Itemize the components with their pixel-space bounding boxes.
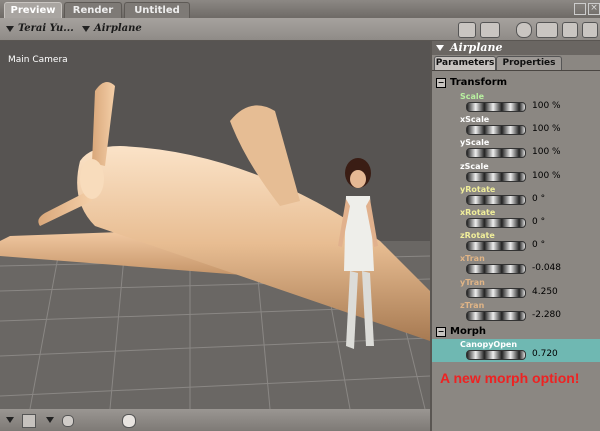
param-row-zscale[interactable]: zScale 100 %: [432, 161, 600, 184]
param-value[interactable]: 100 %: [532, 147, 561, 157]
param-dial[interactable]: [466, 194, 526, 205]
scale-camera-icon[interactable]: [562, 22, 578, 38]
param-row-ytran[interactable]: yTran 4.250: [432, 277, 600, 300]
viewport-bottom-bar: [0, 409, 430, 431]
param-value[interactable]: 0.720: [532, 349, 558, 359]
param-value[interactable]: 100 %: [532, 171, 561, 181]
param-row-zrotate[interactable]: zRotate 0 °: [432, 230, 600, 253]
tab-render[interactable]: Render: [64, 2, 122, 19]
chevron-down-icon[interactable]: [436, 45, 444, 51]
param-label: yScale: [460, 138, 490, 148]
chevron-down-icon[interactable]: [6, 417, 14, 423]
param-dial[interactable]: [466, 125, 526, 136]
param-value[interactable]: -0.048: [532, 263, 561, 273]
panel-title: Airplane: [450, 41, 503, 54]
document-tab-bar: Preview Render Untitled ×: [0, 0, 600, 19]
param-label: xScale: [460, 115, 490, 125]
param-dial[interactable]: [466, 287, 526, 298]
chevron-down-icon: [6, 25, 14, 32]
figure-select[interactable]: Terai Yu...: [6, 21, 74, 37]
document-view-icon[interactable]: [480, 22, 500, 38]
param-dial[interactable]: [466, 310, 526, 321]
param-row-canopyopen[interactable]: CanopyOpen 0.720: [432, 339, 600, 362]
param-dial[interactable]: [466, 350, 526, 360]
param-row-xtran[interactable]: xTran -0.048: [432, 253, 600, 276]
param-value[interactable]: 0 °: [532, 240, 545, 250]
param-row-xrotate[interactable]: xRotate 0 °: [432, 207, 600, 230]
actor-select-label: Airplane: [94, 23, 142, 34]
move-camera-icon[interactable]: [536, 22, 558, 38]
figure-style-icon[interactable]: [22, 414, 36, 428]
param-value[interactable]: 100 %: [532, 101, 561, 111]
3d-viewport[interactable]: Main Camera: [0, 41, 430, 409]
param-row-scale[interactable]: Scale 100 %: [432, 91, 600, 114]
param-label: xRotate: [460, 208, 496, 217]
chevron-down-icon[interactable]: [46, 417, 54, 423]
param-value[interactable]: -2.280: [532, 310, 561, 320]
param-dial[interactable]: [466, 264, 526, 275]
param-row-xscale[interactable]: xScale 100 %: [432, 114, 600, 137]
param-dial[interactable]: [466, 218, 526, 228]
param-label: zRotate: [460, 231, 495, 241]
scene-render: [0, 82, 430, 409]
divider: [432, 70, 600, 71]
param-row-yrotate[interactable]: yRotate 0 °: [432, 184, 600, 207]
chevron-down-icon: [82, 25, 90, 32]
tab-parameters[interactable]: Parameters: [434, 56, 496, 70]
param-value[interactable]: 0 °: [532, 217, 545, 227]
window-grid-icon[interactable]: [574, 3, 586, 15]
param-label: yRotate: [460, 184, 496, 194]
light-icon[interactable]: [582, 22, 598, 38]
collapse-icon[interactable]: −: [436, 78, 446, 88]
collapse-icon[interactable]: −: [436, 327, 446, 337]
camera-view-icon[interactable]: [458, 22, 476, 38]
window-close-icon[interactable]: ×: [588, 3, 600, 15]
param-label: Scale: [460, 92, 485, 101]
section-title: Transform: [450, 77, 508, 88]
param-value[interactable]: 0 °: [532, 194, 545, 204]
tab-preview[interactable]: Preview: [4, 2, 62, 19]
shaded-sphere-icon[interactable]: [122, 414, 136, 428]
param-row-yscale[interactable]: yScale 100 %: [432, 137, 600, 160]
tab-untitled[interactable]: Untitled: [124, 2, 190, 19]
param-value[interactable]: 4.250: [532, 287, 558, 297]
param-label: xTran: [460, 254, 485, 264]
param-label: zScale: [460, 161, 489, 171]
propeller-hub: [80, 159, 104, 199]
param-value[interactable]: 100 %: [532, 124, 561, 134]
param-dial[interactable]: [466, 171, 526, 182]
param-dial[interactable]: [466, 148, 526, 159]
transform-section-header[interactable]: − Transform: [432, 76, 600, 90]
panel-header: Airplane: [432, 41, 600, 55]
param-row-ztran[interactable]: zTran -2.280: [432, 300, 600, 323]
sphere-style-icon[interactable]: [62, 415, 74, 427]
param-label: zTran: [460, 300, 485, 310]
sphere-view-icon[interactable]: [516, 22, 532, 38]
points-style-icon[interactable]: [90, 413, 104, 425]
param-dial[interactable]: [466, 102, 526, 112]
figure-select-label: Terai Yu...: [18, 23, 74, 34]
tab-properties[interactable]: Properties: [496, 56, 562, 70]
actor-select[interactable]: Airplane: [82, 21, 142, 37]
camera-label: Main Camera: [8, 55, 68, 65]
viewport-toolbar: Terai Yu... Airplane: [0, 18, 600, 41]
param-label: yTran: [460, 277, 485, 287]
morph-section-header[interactable]: − Morph: [432, 325, 600, 339]
section-title: Morph: [450, 326, 487, 337]
param-dial[interactable]: [466, 241, 526, 252]
annotation-callout: A new morph option!: [440, 370, 580, 386]
param-label: CanopyOpen: [460, 340, 518, 349]
